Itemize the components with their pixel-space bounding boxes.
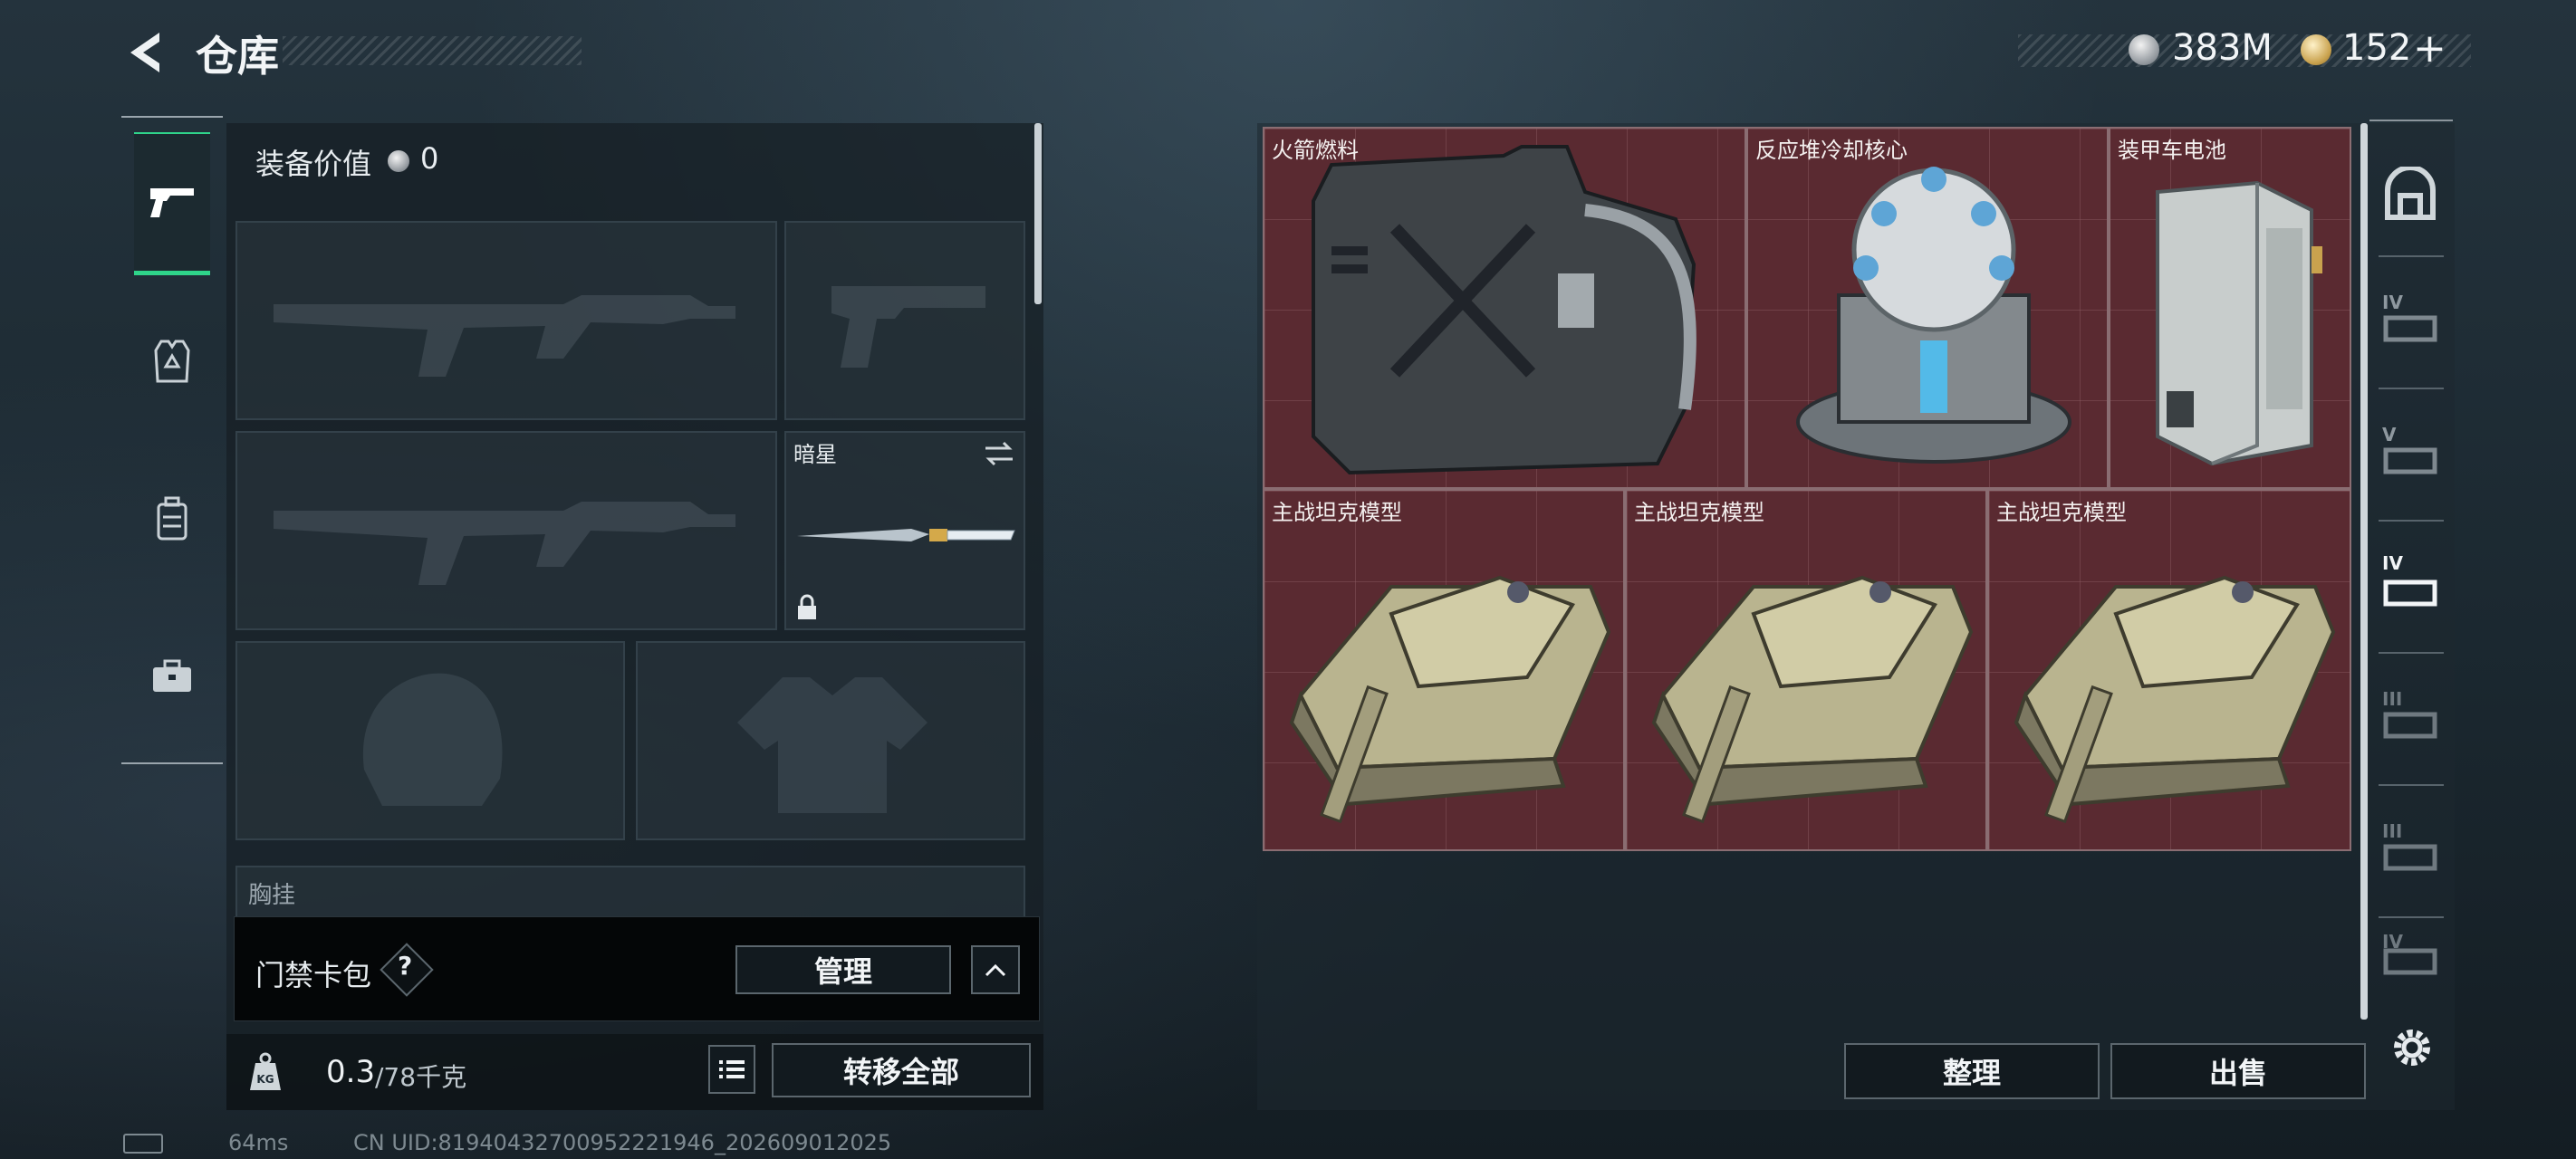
- tier-label: III: [2382, 688, 2403, 710]
- transfer-all-button[interactable]: 转移全部: [772, 1043, 1031, 1097]
- armor-box-icon: [2383, 712, 2437, 739]
- armor-vest-icon: [154, 340, 190, 383]
- back-arrow-icon: [130, 33, 159, 72]
- right-nav-divider: [2379, 255, 2444, 257]
- rifle-case-icon: [2383, 844, 2437, 871]
- right-nav-top-line: [2369, 120, 2453, 121]
- collapse-button[interactable]: [971, 945, 1020, 994]
- gold-coin-icon: [2301, 34, 2331, 65]
- battery-icon: [123, 1134, 163, 1154]
- sort-button[interactable]: 整理: [1844, 1043, 2100, 1099]
- tank-icon: [2014, 575, 2336, 824]
- item-tank-model[interactable]: 主战坦克模型: [1987, 489, 2351, 851]
- body-armor-slot[interactable]: [636, 641, 1025, 840]
- helmet-slot[interactable]: [235, 641, 625, 840]
- item-name: 主战坦克模型: [1996, 500, 2127, 525]
- tier-label: V: [2382, 424, 2397, 445]
- ping-readout: 64ms: [228, 1130, 289, 1155]
- svg-text:KG: KG: [256, 1073, 274, 1086]
- weight-kg-icon: KG: [246, 1050, 284, 1094]
- fuel-canister-icon: [1312, 145, 1697, 475]
- settings-button[interactable]: [2388, 1023, 2437, 1072]
- silver-coin-icon: [2129, 34, 2159, 65]
- uid-readout: CN UID:8194043270095222​1946_20260901202…: [353, 1130, 892, 1155]
- right-nav-divider: [2379, 388, 2444, 389]
- briefcase-icon: [153, 659, 191, 692]
- backpack-icon: [157, 496, 187, 541]
- equipment-value-label: 装备价值: [255, 147, 372, 181]
- stash-tab-2[interactable]: V: [2369, 391, 2451, 527]
- list-icon: [719, 1060, 745, 1078]
- silver-currency-amount: 383M: [2172, 27, 2273, 69]
- rifle-silhouette-icon: [274, 295, 735, 377]
- chest-rig-label: 胸挂: [248, 882, 296, 909]
- back-button[interactable]: [123, 27, 170, 78]
- melee-slot[interactable]: 暗星: [784, 431, 1025, 630]
- nav-tab-armor[interactable]: [134, 290, 210, 433]
- weight-max: /78千克: [375, 1062, 467, 1092]
- nav-tab-backpack[interactable]: [134, 447, 210, 590]
- tank-icon: [1289, 575, 1611, 824]
- battery-icon: [2156, 180, 2322, 466]
- right-nav-divider: [2379, 520, 2444, 522]
- right-nav-divider: [2379, 652, 2444, 654]
- reactor-core-icon: [1796, 167, 2071, 464]
- item-tank-model[interactable]: 主战坦克模型: [1625, 489, 1987, 851]
- list-view-button[interactable]: [708, 1045, 755, 1094]
- rifle-silhouette-icon: [274, 502, 735, 585]
- item-name: 主战坦克模型: [1272, 500, 1402, 525]
- stash-scrollbar[interactable]: [2360, 123, 2368, 1020]
- armor-silhouette-icon: [737, 677, 928, 813]
- item-tank-model[interactable]: 主战坦克模型: [1263, 489, 1625, 851]
- lock-icon: [798, 594, 816, 619]
- chevron-up-icon: [985, 963, 1006, 977]
- manage-button[interactable]: 管理: [735, 945, 951, 994]
- equipment-scrollbar[interactable]: [1034, 123, 1042, 304]
- tier-label: IV: [2382, 931, 2403, 953]
- page-title: 仓库: [196, 32, 279, 81]
- ammo-box-icon: [2383, 447, 2437, 474]
- stash-tab-all[interactable]: [2369, 127, 2451, 263]
- stash-tab-5[interactable]: III: [2369, 788, 2451, 924]
- stash-tab-4[interactable]: III: [2369, 656, 2451, 791]
- gold-currency-amount: 152: [2342, 27, 2412, 69]
- pistol-silhouette-icon: [831, 286, 985, 368]
- help-icon[interactable]: ?: [398, 951, 412, 981]
- value-coin-icon: [388, 150, 409, 172]
- swap-icon[interactable]: [982, 440, 1016, 467]
- nav-tab-weapons[interactable]: [134, 132, 210, 275]
- equipment-value: 0: [420, 141, 439, 176]
- item-name: 主战坦克模型: [1634, 500, 1764, 525]
- card-pack-label: 门禁卡包: [255, 958, 372, 992]
- right-nav-divider: [2379, 784, 2444, 786]
- item-armored-car-battery[interactable]: 装甲车电池: [2109, 127, 2351, 489]
- helmet-silhouette-icon: [362, 673, 503, 806]
- weight-current: 0.3: [326, 1054, 376, 1090]
- secondary-weapon-slot[interactable]: [235, 431, 777, 630]
- add-gold-button[interactable]: +: [2413, 25, 2446, 72]
- gear-icon: [2394, 1030, 2430, 1066]
- chest-rig-slot[interactable]: 胸挂: [235, 866, 1025, 920]
- melee-name: 暗星: [793, 442, 837, 467]
- item-rocket-fuel[interactable]: 火箭燃料: [1263, 127, 1746, 489]
- pistol-icon: [150, 187, 194, 217]
- crate-icon: [2383, 580, 2437, 607]
- tank-icon: [1651, 575, 1974, 824]
- tier-label: III: [2382, 820, 2403, 842]
- nav-tab-case[interactable]: [134, 605, 210, 748]
- item-name: 装甲车电池: [2118, 138, 2226, 163]
- item-reactor-cooling-core[interactable]: 反应堆冷却核心: [1746, 127, 2109, 489]
- knife-icon: [797, 529, 1015, 541]
- sidearm-slot[interactable]: [784, 221, 1025, 420]
- stash-tab-3-active[interactable]: IV: [2369, 523, 2451, 659]
- primary-weapon-slot[interactable]: [235, 221, 777, 420]
- tier-label: IV: [2382, 552, 2403, 574]
- home-vault-icon: [2385, 167, 2436, 220]
- stash-tab-6[interactable]: IV: [2369, 905, 2451, 1014]
- title-decoration: [283, 36, 582, 65]
- weapon-box-icon: [2383, 315, 2437, 342]
- stash-tab-1[interactable]: IV: [2369, 259, 2451, 395]
- tier-label: IV: [2382, 292, 2403, 313]
- sell-button[interactable]: 出售: [2110, 1043, 2366, 1099]
